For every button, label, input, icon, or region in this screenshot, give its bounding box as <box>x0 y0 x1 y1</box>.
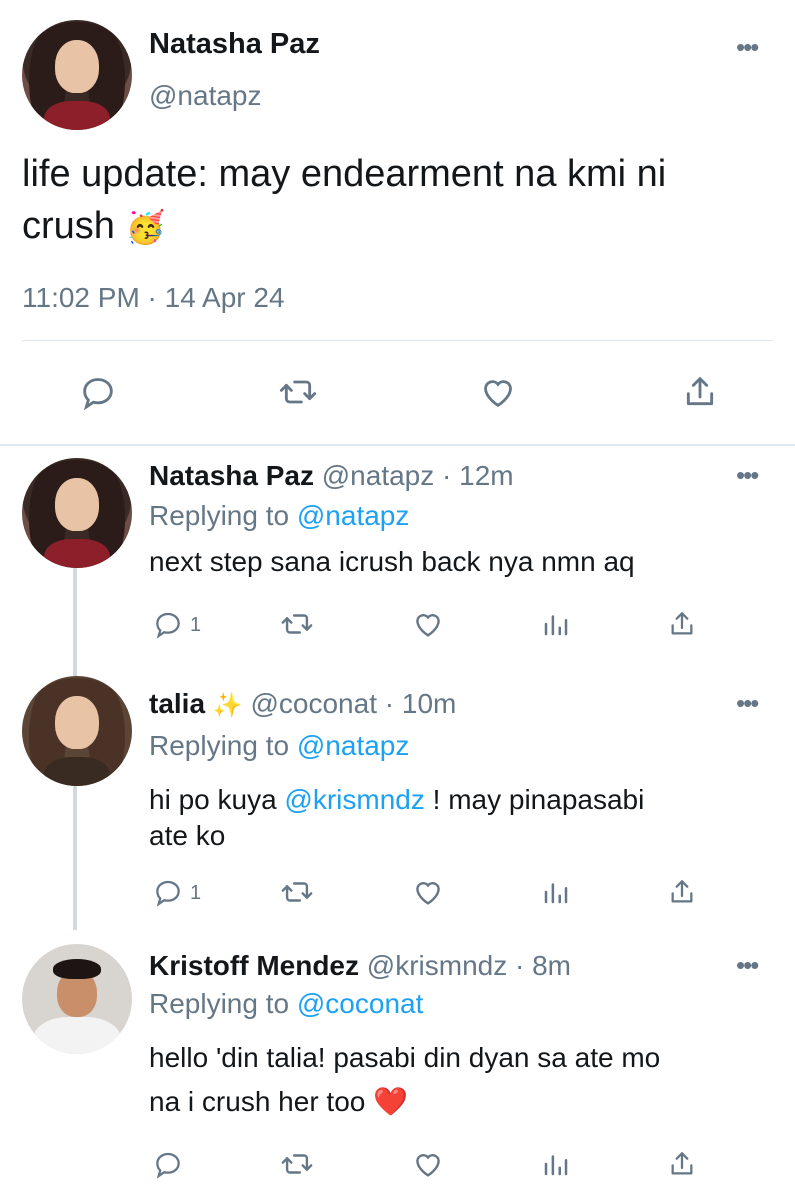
reply2-share-icon[interactable] <box>662 872 702 912</box>
reply1-avatar[interactable] <box>22 458 132 568</box>
like-icon[interactable] <box>476 370 520 414</box>
reply2-text-line2: ate ko <box>149 820 226 851</box>
reply1-analytics-icon[interactable] <box>536 604 576 644</box>
main-tweet-line2-text: crush <box>22 205 115 247</box>
reply2-reply-icon[interactable] <box>148 872 188 912</box>
reply1-reply-count: 1 <box>190 614 202 636</box>
reply3-text: hello 'din talia! pasabi din dyan sa ate… <box>149 1036 660 1124</box>
reply3-display-name[interactable]: Kristoff Mendez <box>149 950 359 981</box>
reply3-header: Kristoff Mendez @krismndz · 8m <box>149 950 571 982</box>
reply2-text-line1: hi po kuya @krismndz ! may pinapasabi <box>149 782 644 818</box>
reply3-handle[interactable]: @krismndz <box>367 950 507 981</box>
reply2-replying-handle[interactable]: @natapz <box>297 730 410 761</box>
reply2-replying-to: Replying to @natapz <box>149 730 409 762</box>
reply3-reply-icon[interactable] <box>148 1144 188 1184</box>
sparkles-emoji: ✨ <box>212 692 243 719</box>
reply2-replying-prefix: Replying to <box>149 730 290 761</box>
reply1-like-icon[interactable] <box>408 604 448 644</box>
reply3-replying-prefix: Replying to <box>149 988 290 1019</box>
reply-icon[interactable] <box>76 370 120 414</box>
main-tweet-line2: crush 🥳 <box>22 200 772 253</box>
main-tweet-text: life update: may endearment na kmi ni cr… <box>22 148 772 253</box>
reply1-handle[interactable]: @natapz <box>322 460 435 491</box>
reply3-time[interactable]: · 8m <box>515 950 571 981</box>
reply1-time[interactable]: · 12m <box>442 460 514 491</box>
reply3-avatar[interactable] <box>22 944 132 1054</box>
reply2-time[interactable]: · 10m <box>385 688 457 719</box>
reply3-more-dots-icon[interactable]: ••• <box>736 952 759 978</box>
main-timestamp[interactable]: 11:02 PM · 14 Apr 24 <box>22 282 285 314</box>
reply3-replying-handle[interactable]: @coconat <box>297 988 424 1019</box>
reply1-more-dots-icon[interactable]: ••• <box>736 462 759 488</box>
main-display-name[interactable]: Natasha Paz <box>149 28 320 61</box>
main-divider-1 <box>22 340 773 341</box>
reply2-analytics-icon[interactable] <box>536 872 576 912</box>
reply3-like-icon[interactable] <box>408 1144 448 1184</box>
reply1-replying-to: Replying to @natapz <box>149 500 409 532</box>
reply3-text-line2: na i crush her too ❤️ <box>149 1080 660 1124</box>
reply2-like-icon[interactable] <box>408 872 448 912</box>
reply2-header: talia ✨ @coconat · 10m <box>149 688 456 720</box>
reply2-text: hi po kuya @krismndz ! may pinapasabi at… <box>149 782 644 854</box>
reply2-text-mention[interactable]: @krismndz <box>284 784 424 815</box>
reply1-header: Natasha Paz @natapz · 12m <box>149 460 514 492</box>
reply2-text-part2: ! may pinapasabi <box>432 784 645 815</box>
reply3-retweet-icon[interactable] <box>277 1144 317 1184</box>
reply1-reply-icon[interactable] <box>148 604 188 644</box>
reply1-share-icon[interactable] <box>662 604 702 644</box>
main-divider-2 <box>0 444 795 446</box>
reply2-text-part1: hi po kuya <box>149 784 277 815</box>
reply3-text-line1: hello 'din talia! pasabi din dyan sa ate… <box>149 1042 661 1073</box>
main-tweet-line1: life update: may endearment na kmi ni <box>22 153 667 195</box>
share-icon[interactable] <box>678 370 722 414</box>
retweet-icon[interactable] <box>276 370 320 414</box>
red-heart-emoji: ❤️ <box>373 1086 408 1117</box>
reply3-replying-to: Replying to @coconat <box>149 988 423 1020</box>
party-face-emoji: 🥳 <box>125 209 166 245</box>
main-avatar[interactable] <box>22 20 132 130</box>
more-dots-icon[interactable]: ••• <box>736 34 759 60</box>
reply1-display-name[interactable]: Natasha Paz <box>149 460 314 491</box>
reply2-avatar[interactable] <box>22 676 132 786</box>
reply2-handle[interactable]: @coconat <box>250 688 377 719</box>
reply2-display-name[interactable]: talia <box>149 688 205 719</box>
reply3-share-icon[interactable] <box>662 1144 702 1184</box>
reply3-analytics-icon[interactable] <box>536 1144 576 1184</box>
reply2-more-dots-icon[interactable]: ••• <box>736 690 759 716</box>
reply2-retweet-icon[interactable] <box>277 872 317 912</box>
reply1-replying-prefix: Replying to <box>149 500 290 531</box>
reply1-retweet-icon[interactable] <box>277 604 317 644</box>
reply1-text: next step sana icrush back nya nmn aq <box>149 546 635 577</box>
reply2-reply-count: 1 <box>190 882 202 904</box>
reply3-text-line2-text: na i crush her too <box>149 1086 366 1117</box>
reply1-replying-handle[interactable]: @natapz <box>297 500 410 531</box>
main-handle[interactable]: @natapz <box>149 80 262 112</box>
